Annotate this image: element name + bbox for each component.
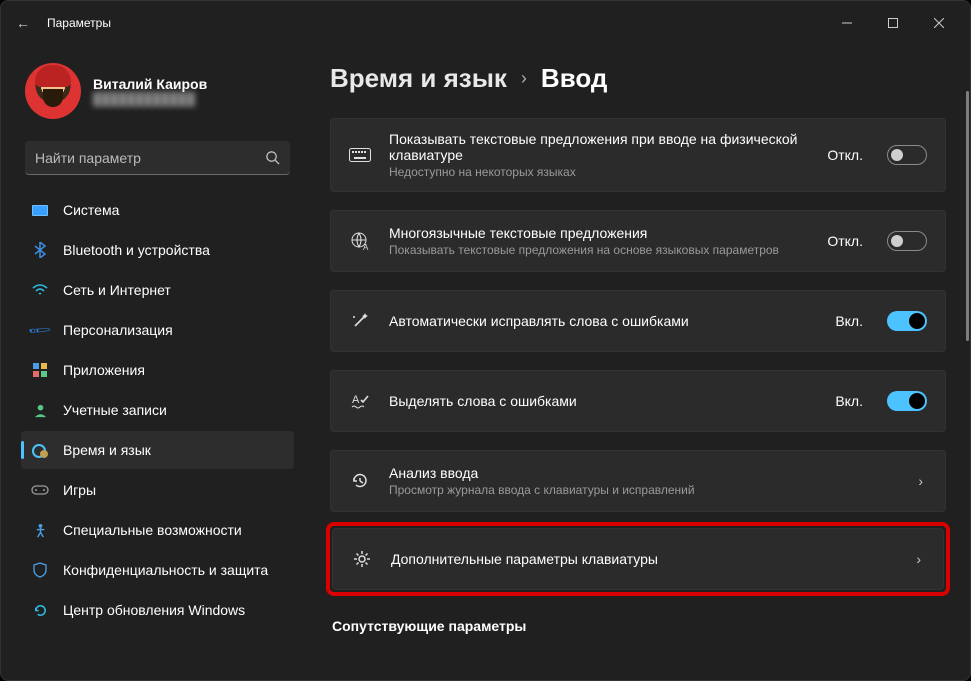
nav-list: Система Bluetooth и устройства Сеть и Ин… — [21, 191, 294, 629]
search-box[interactable] — [25, 141, 290, 175]
setting-subtitle: Показывать текстовые предложения на осно… — [389, 243, 809, 257]
sidebar-item-system[interactable]: Система — [21, 191, 294, 229]
search-icon — [265, 150, 280, 165]
sidebar-item-label: Конфиденциальность и защита — [63, 562, 268, 578]
shield-icon — [31, 561, 49, 579]
sidebar-item-network[interactable]: Сеть и Интернет — [21, 271, 294, 309]
setting-autocorrect[interactable]: Автоматически исправлять слова с ошибкам… — [330, 290, 946, 352]
clock-globe-icon — [31, 441, 49, 459]
related-settings-label: Сопутствующие параметры — [332, 618, 946, 634]
maximize-button[interactable] — [870, 7, 916, 39]
history-icon — [349, 471, 371, 491]
close-button[interactable] — [916, 7, 962, 39]
sidebar-item-apps[interactable]: Приложения — [21, 351, 294, 389]
profile-email: ████████████ — [93, 92, 207, 106]
update-icon — [31, 601, 49, 619]
gamepad-icon — [31, 481, 49, 499]
annotation-highlight: Дополнительные параметры клавиатуры › — [326, 522, 950, 596]
sidebar-item-label: Центр обновления Windows — [63, 602, 245, 618]
sidebar-item-label: Специальные возможности — [63, 522, 242, 538]
setting-text-suggestions[interactable]: Показывать текстовые предложения при вво… — [330, 118, 946, 192]
setting-subtitle: Просмотр журнала ввода с клавиатуры и ис… — [389, 483, 896, 497]
breadcrumb: Время и язык › Ввод — [330, 63, 946, 94]
sidebar-item-gaming[interactable]: Игры — [21, 471, 294, 509]
gear-icon — [351, 549, 373, 569]
setting-multilingual-suggestions[interactable]: A Многоязычные текстовые предложения Пок… — [330, 210, 946, 272]
sidebar-item-label: Персонализация — [63, 322, 173, 338]
sidebar-item-label: Игры — [63, 482, 96, 498]
globe-text-icon: A — [349, 231, 371, 251]
chevron-right-icon: › — [914, 473, 927, 489]
toggle-state-label: Вкл. — [835, 313, 863, 329]
profile-name: Виталий Каиров — [93, 76, 207, 92]
wand-icon — [349, 311, 371, 331]
svg-text:A: A — [352, 394, 360, 406]
toggle-switch[interactable] — [887, 391, 927, 411]
svg-text:A: A — [363, 243, 369, 251]
sidebar: Виталий Каиров ████████████ Система — [1, 45, 306, 680]
sidebar-item-label: Время и язык — [63, 442, 151, 458]
sidebar-item-time-language[interactable]: Время и язык — [21, 431, 294, 469]
sidebar-item-accounts[interactable]: Учетные записи — [21, 391, 294, 429]
sidebar-item-update[interactable]: Центр обновления Windows — [21, 591, 294, 629]
window-controls — [824, 7, 962, 39]
setting-title: Многоязычные текстовые предложения — [389, 225, 809, 241]
titlebar: ← Параметры — [1, 1, 970, 45]
setting-title: Выделять слова с ошибками — [389, 393, 817, 409]
main-panel: Время и язык › Ввод Показывать текстовые… — [306, 45, 970, 680]
window-title: Параметры — [47, 16, 111, 30]
sidebar-item-label: Учетные записи — [63, 402, 167, 418]
keyboard-icon — [349, 148, 371, 162]
setting-title: Анализ ввода — [389, 465, 896, 481]
accessibility-icon — [31, 521, 49, 539]
setting-title: Дополнительные параметры клавиатуры — [391, 551, 894, 567]
sidebar-item-label: Приложения — [63, 362, 145, 378]
display-icon — [31, 201, 49, 219]
toggle-state-label: Вкл. — [835, 393, 863, 409]
toggle-state-label: Откл. — [827, 233, 863, 249]
sidebar-item-label: Система — [63, 202, 119, 218]
brush-icon: 🖌 — [31, 321, 49, 339]
apps-icon — [31, 361, 49, 379]
toggle-state-label: Откл. — [827, 147, 863, 163]
breadcrumb-current: Ввод — [541, 63, 607, 94]
settings-window: ← Параметры Виталий Каиров ████████████ — [0, 0, 971, 681]
setting-highlight-misspelled[interactable]: A Выделять слова с ошибками Вкл. — [330, 370, 946, 432]
avatar — [25, 63, 81, 119]
sidebar-item-personalization[interactable]: 🖌 Персонализация — [21, 311, 294, 349]
chevron-right-icon: › — [521, 68, 527, 89]
sidebar-item-label: Bluetooth и устройства — [63, 242, 210, 258]
person-icon — [31, 401, 49, 419]
profile-block[interactable]: Виталий Каиров ████████████ — [21, 45, 294, 137]
scrollbar-thumb[interactable] — [966, 91, 969, 341]
bluetooth-icon — [31, 241, 49, 259]
back-button[interactable]: ← — [9, 15, 37, 31]
chevron-right-icon: › — [912, 551, 925, 567]
setting-title: Показывать текстовые предложения при вво… — [389, 131, 809, 163]
sidebar-item-bluetooth[interactable]: Bluetooth и устройства — [21, 231, 294, 269]
sidebar-item-accessibility[interactable]: Специальные возможности — [21, 511, 294, 549]
setting-advanced-keyboard[interactable]: Дополнительные параметры клавиатуры › — [332, 528, 944, 590]
minimize-button[interactable] — [824, 7, 870, 39]
breadcrumb-parent[interactable]: Время и язык — [330, 63, 507, 94]
setting-typing-insights[interactable]: Анализ ввода Просмотр журнала ввода с кл… — [330, 450, 946, 512]
setting-title: Автоматически исправлять слова с ошибкам… — [389, 313, 817, 329]
toggle-switch[interactable] — [887, 311, 927, 331]
wifi-icon — [31, 281, 49, 299]
toggle-switch[interactable] — [887, 231, 927, 251]
spellcheck-icon: A — [349, 391, 371, 411]
sidebar-item-label: Сеть и Интернет — [63, 282, 171, 298]
search-input[interactable] — [35, 150, 265, 166]
sidebar-item-privacy[interactable]: Конфиденциальность и защита — [21, 551, 294, 589]
setting-subtitle: Недоступно на некоторых языках — [389, 165, 809, 179]
toggle-switch[interactable] — [887, 145, 927, 165]
